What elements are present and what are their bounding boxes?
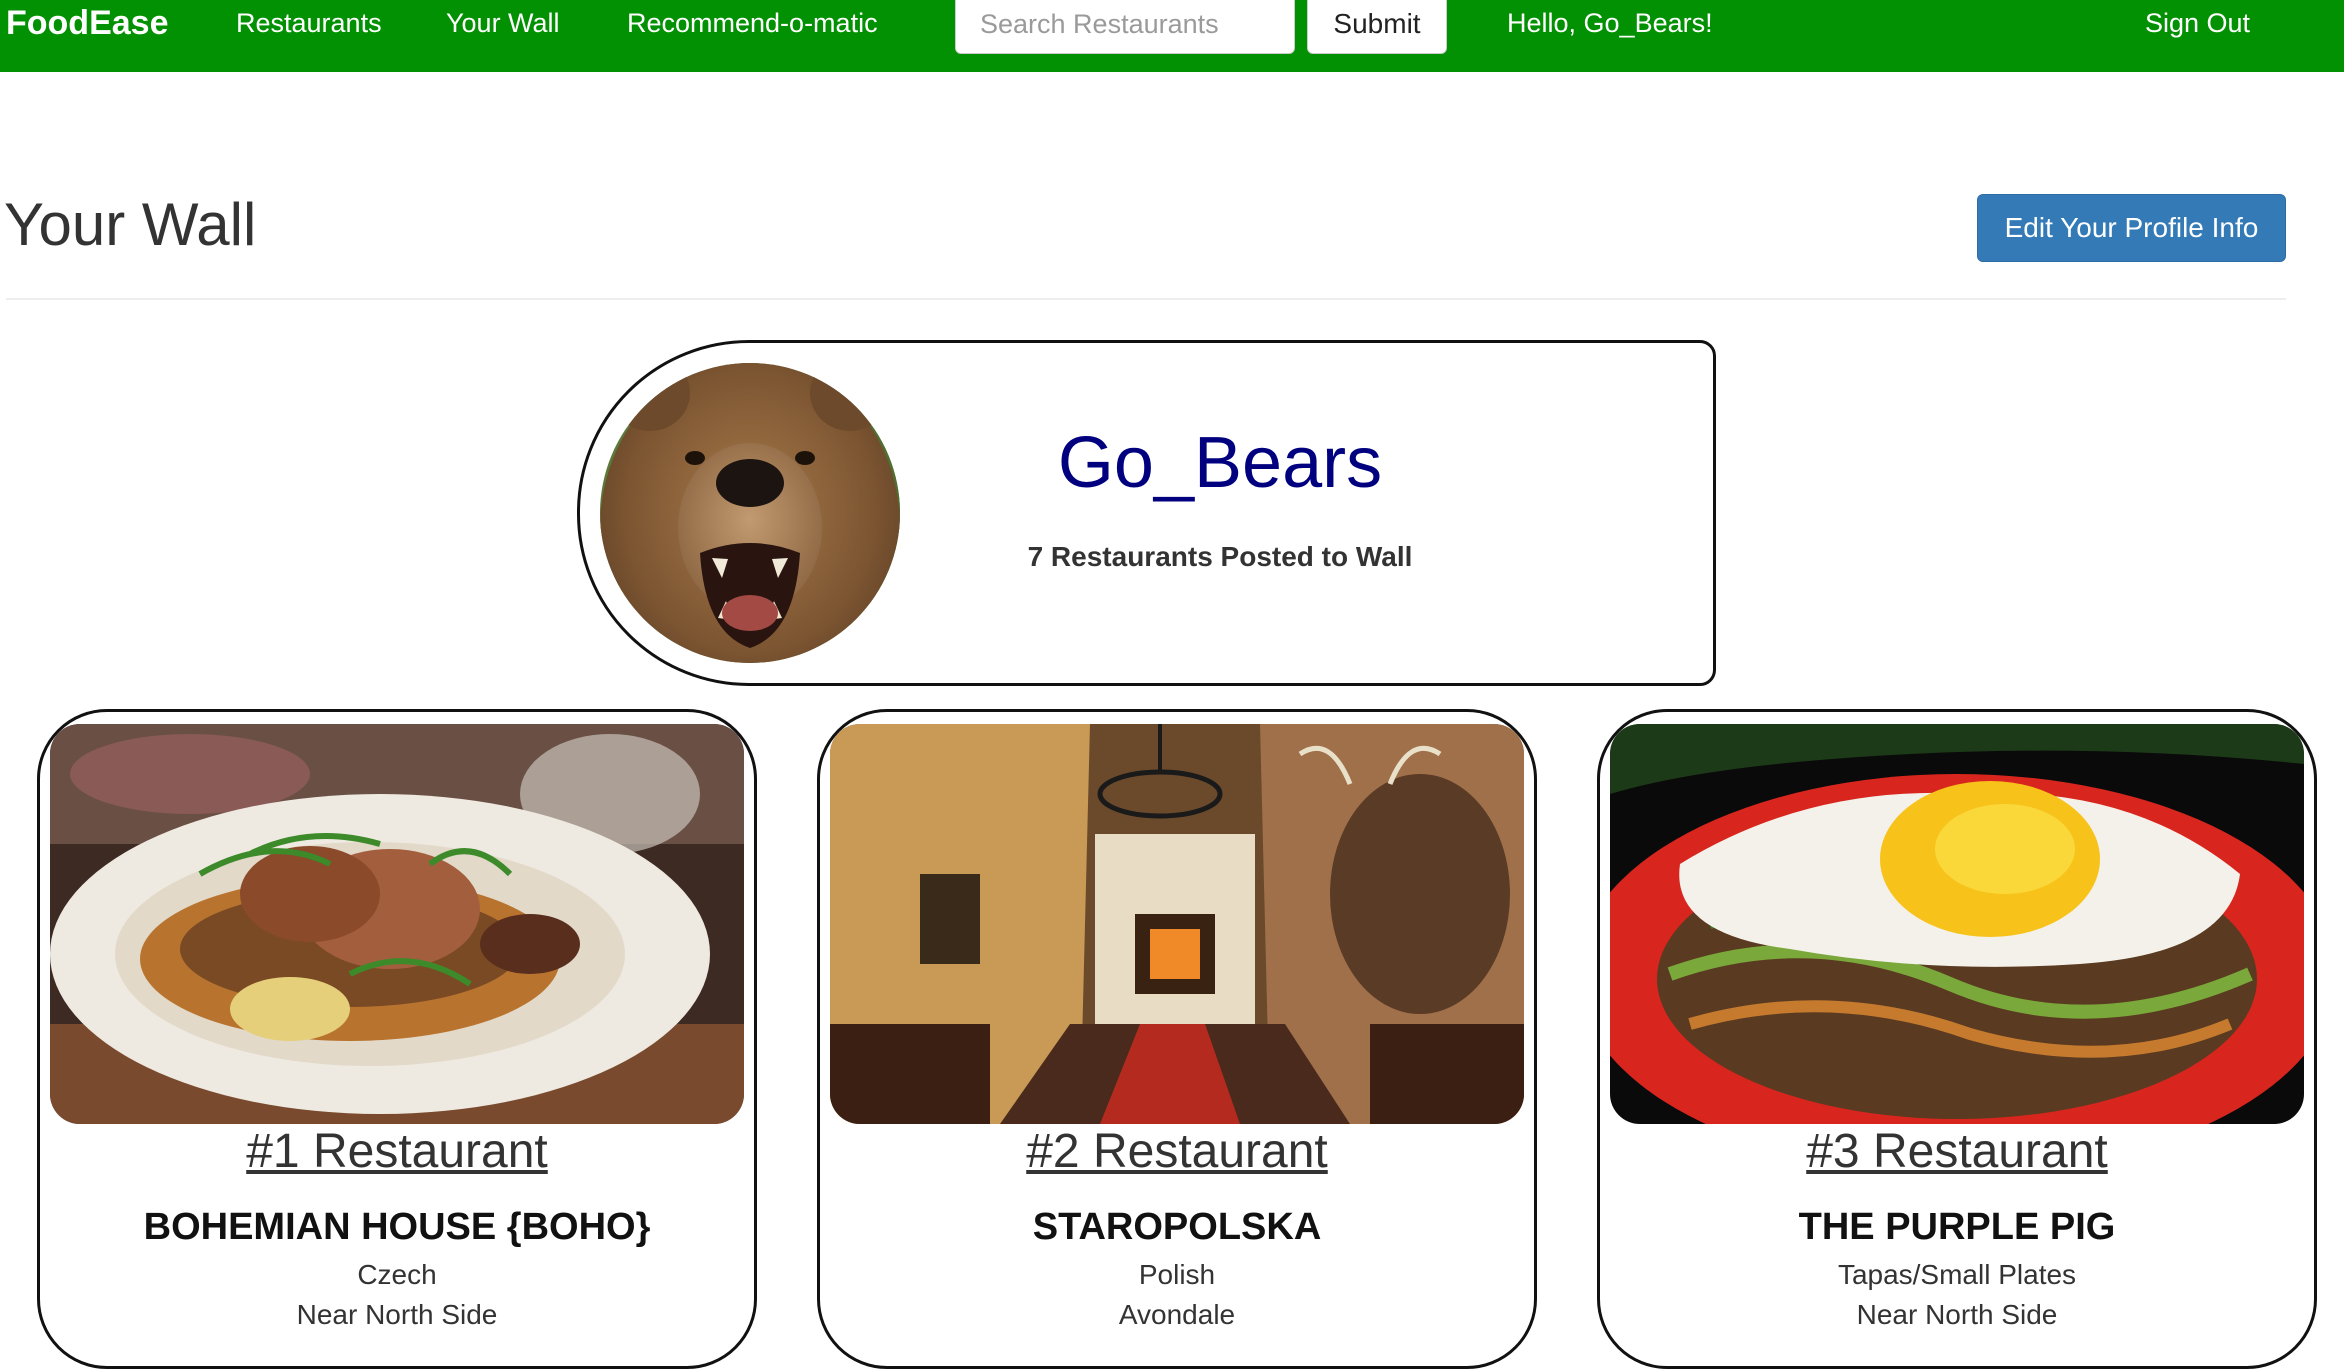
brand-logo[interactable]: FoodEase — [6, 3, 168, 43]
restaurant-name-3: THE PURPLE PIG — [1798, 1206, 2116, 1248]
restaurant-rank-link-3[interactable]: #3 Restaurant — [1600, 1122, 2314, 1182]
plated-dish-photo — [50, 724, 744, 1124]
nav-link-your-wall[interactable]: Your Wall — [446, 3, 560, 43]
restaurant-area-3: Near North Side — [1856, 1299, 2058, 1330]
top-navbar: FoodEase Restaurants Your Wall Recommend… — [0, 0, 2344, 72]
dining-room-photo — [830, 724, 1524, 1124]
nav-link-recommend-o-matic[interactable]: Recommend-o-matic — [627, 3, 878, 43]
restaurant-card-3[interactable]: #3 Restaurant THE PURPLE PIG Tapas/Small… — [1597, 709, 2317, 1369]
restaurant-cuisine-3: Tapas/Small Plates — [1837, 1259, 2077, 1290]
nav-link-restaurants[interactable]: Restaurants — [236, 3, 382, 43]
profile-username: Go_Bears — [1057, 423, 1383, 503]
restaurant-name-1: BOHEMIAN HOUSE {BOHO} — [143, 1206, 651, 1248]
restaurant-photo-1[interactable] — [50, 724, 744, 1124]
avatar — [600, 363, 900, 663]
restaurant-area-1: Near North Side — [296, 1299, 498, 1330]
page-title: Your Wall — [4, 191, 257, 258]
sign-out-link[interactable]: Sign Out — [2145, 3, 2250, 43]
restaurant-cuisine-2: Polish — [1138, 1259, 1216, 1290]
restaurant-rank-link-2[interactable]: #2 Restaurant — [820, 1122, 1534, 1182]
greeting-text: Hello, Go_Bears! — [1507, 8, 1713, 38]
bear-photo — [600, 363, 900, 663]
restaurant-photo-2[interactable] — [830, 724, 1524, 1124]
submit-button[interactable]: Submit — [1307, 0, 1447, 54]
search-input[interactable] — [955, 0, 1295, 54]
header-divider — [6, 298, 2286, 300]
restaurant-card-1[interactable]: #1 Restaurant BOHEMIAN HOUSE {BOHO} Czec… — [37, 709, 757, 1369]
edit-profile-button[interactable]: Edit Your Profile Info — [1977, 194, 2286, 262]
restaurant-photo-3[interactable] — [1610, 724, 2304, 1124]
restaurant-name-2: STAROPOLSKA — [1032, 1206, 1322, 1248]
restaurant-area-2: Avondale — [1118, 1299, 1236, 1330]
profile-card: Go_Bears 7 Restaurants Posted to Wall — [577, 340, 1716, 686]
fried-egg-dish-photo — [1610, 724, 2304, 1124]
restaurant-card-2[interactable]: #2 Restaurant STAROPOLSKA Polish Avondal… — [817, 709, 1537, 1369]
posted-count: 7 Restaurants Posted to Wall — [1027, 541, 1413, 572]
restaurant-rank-link-1[interactable]: #1 Restaurant — [40, 1122, 754, 1182]
restaurant-cuisine-1: Czech — [357, 1259, 437, 1290]
